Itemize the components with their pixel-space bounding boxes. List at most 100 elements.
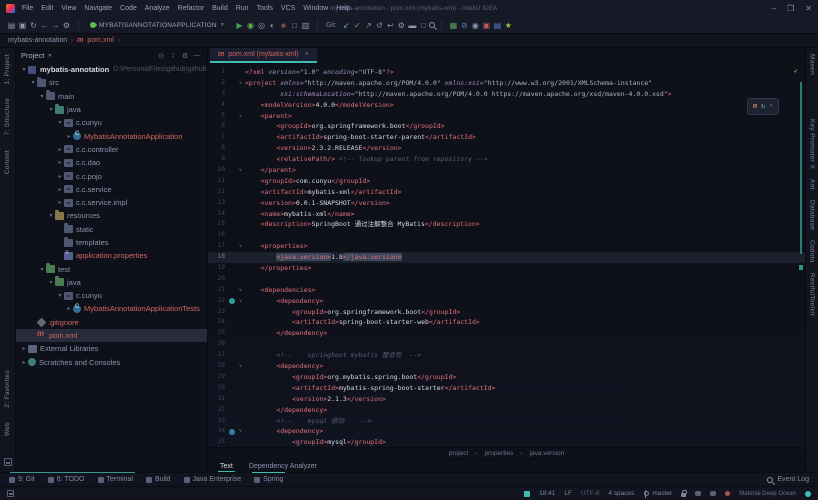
- tree-item-c-cunyu[interactable]: ▾c.cunyu: [16, 289, 207, 302]
- code-line-11[interactable]: 11 <groupId>com.cunyu</groupId>: [208, 176, 805, 187]
- line-number[interactable]: 23: [208, 307, 228, 318]
- line-number[interactable]: 31: [208, 394, 228, 405]
- line-number[interactable]: 27: [208, 350, 228, 361]
- fold-icon[interactable]: ∨: [236, 285, 245, 296]
- codota-search-icon[interactable]: ◉: [470, 19, 481, 31]
- coverage-icon[interactable]: ◎: [256, 19, 267, 31]
- toolwindow-button-2-favorites[interactable]: 2: Favorites: [4, 370, 11, 408]
- code-line-23[interactable]: 23 <groupId>org.springframework.boot</gr…: [208, 307, 805, 318]
- tree-item-pom-xml[interactable]: pom.xml: [16, 329, 207, 342]
- debug-icon[interactable]: ◉: [245, 19, 256, 31]
- minimize-button[interactable]: –: [772, 0, 776, 17]
- toolwindow-button-database[interactable]: Database: [809, 200, 816, 230]
- line-number[interactable]: 2: [208, 78, 228, 89]
- hide-panel-icon[interactable]: —: [192, 52, 202, 60]
- tree-item-c-c-dao[interactable]: ▸c.c.dao: [16, 156, 207, 169]
- crumb-java-version[interactable]: java.version: [530, 450, 565, 457]
- plugin-red-icon[interactable]: ▣: [481, 19, 492, 31]
- code-line-3[interactable]: 3 xsi:schemaLocation="http://maven.apach…: [208, 89, 805, 100]
- gear-icon[interactable]: ⚙: [180, 52, 190, 60]
- toolwindow-button-java-enterprise[interactable]: Java Enterprise: [184, 476, 242, 483]
- line-number[interactable]: 4: [208, 100, 228, 111]
- tree-item-mybatisannotationapplicationtests[interactable]: ▸MybatisAnnotationApplicationTests: [16, 302, 207, 315]
- toolwindow-button-build[interactable]: Build: [146, 476, 171, 483]
- menu-code[interactable]: Code: [120, 5, 137, 12]
- toolwindow-button-ant[interactable]: Ant: [809, 179, 816, 190]
- back-icon[interactable]: ←: [39, 19, 50, 31]
- tree-item-c-c-controller[interactable]: ▸c.c.controller: [16, 143, 207, 156]
- line-number[interactable]: 11: [208, 176, 228, 187]
- pin-icon[interactable]: □: [289, 19, 300, 31]
- fold-icon[interactable]: ∨: [236, 78, 245, 89]
- line-number[interactable]: 26: [208, 339, 228, 350]
- dismiss-icon[interactable]: ✕: [769, 101, 773, 112]
- tree-arrow-icon[interactable]: ▾: [47, 279, 55, 286]
- line-number[interactable]: 32: [208, 405, 228, 416]
- line-number[interactable]: 17: [208, 241, 228, 252]
- tab-text[interactable]: Text: [218, 463, 235, 470]
- indent-style[interactable]: 4 spaces: [608, 490, 634, 497]
- menu-file[interactable]: File: [22, 5, 33, 12]
- db-dependency-icon[interactable]: [229, 429, 235, 435]
- code-line-5[interactable]: 5∨ <parent>: [208, 111, 805, 122]
- code-line-15[interactable]: 15 <description>SpringBoot 通过注解整合 MyBati…: [208, 219, 805, 230]
- line-number[interactable]: 14: [208, 209, 228, 220]
- toolwindow-button-7-structure[interactable]: 7: Structure: [4, 98, 11, 135]
- history-icon[interactable]: ↺: [374, 19, 385, 31]
- line-number[interactable]: 1: [208, 67, 228, 78]
- tree-item-c-c-service[interactable]: ▸c.c.service: [16, 183, 207, 196]
- lock-icon[interactable]: [681, 493, 686, 497]
- code-line-30[interactable]: 30 <artifactId>mybatis-spring-boot-start…: [208, 383, 805, 394]
- folder-icon[interactable]: ▬: [407, 19, 418, 31]
- toolwindow-button-codota[interactable]: Codota: [809, 240, 816, 263]
- crumb-properties[interactable]: properties: [484, 450, 513, 457]
- tree-arrow-icon[interactable]: ▸: [20, 345, 28, 352]
- line-number[interactable]: 3: [208, 89, 228, 100]
- line-number[interactable]: 9: [208, 154, 228, 165]
- screen-icon[interactable]: ▥: [300, 19, 311, 31]
- tree-item-c-c-pojo[interactable]: ▸c.c.pojo: [16, 169, 207, 182]
- inspections-ok-icon[interactable]: ✔: [794, 66, 798, 77]
- code-line-9[interactable]: 9 <relativePath/> <!-- lookup parent fro…: [208, 154, 805, 165]
- tree-item-java[interactable]: ▾java: [16, 103, 207, 116]
- code-line-26[interactable]: 26: [208, 339, 805, 350]
- toolwindow-button-spring[interactable]: Spring: [254, 476, 283, 483]
- menu-tools[interactable]: Tools: [257, 5, 273, 12]
- project-view-select[interactable]: Project: [21, 51, 44, 60]
- code-line-14[interactable]: 14 <name>mybatis-xml</name>: [208, 209, 805, 220]
- menu-refactor[interactable]: Refactor: [178, 5, 204, 12]
- commit-icon[interactable]: ✓: [352, 19, 363, 31]
- toolwindow-button-commit[interactable]: Commit: [4, 150, 11, 174]
- menu-window[interactable]: Window: [303, 5, 328, 12]
- fold-icon[interactable]: ∨: [236, 296, 245, 307]
- line-number[interactable]: 22: [208, 296, 228, 307]
- line-separator[interactable]: LF: [564, 490, 572, 497]
- code-line-29[interactable]: 29 <groupId>org.mybatis.spring.boot</gro…: [208, 372, 805, 383]
- tree-item-main[interactable]: ▾main: [16, 90, 207, 103]
- notification-icon[interactable]: [725, 491, 730, 496]
- code-line-19[interactable]: 19 </properties>: [208, 263, 805, 274]
- tree-arrow-icon[interactable]: ▾: [38, 266, 46, 273]
- toolwindow-button-web[interactable]: Web: [4, 422, 11, 436]
- line-number[interactable]: 6: [208, 121, 228, 132]
- toolwindow-button-1-project[interactable]: 1: Project: [4, 54, 11, 84]
- wrench-icon[interactable]: ⚙: [396, 19, 407, 31]
- tree-item-scratches-and-consoles[interactable]: ▸Scratches and Consoles: [16, 356, 207, 369]
- plugin-star-icon[interactable]: ★: [503, 19, 514, 31]
- tree-arrow-icon[interactable]: ▸: [56, 146, 64, 153]
- reload-icon[interactable]: ↻: [761, 101, 765, 112]
- line-number[interactable]: 7: [208, 132, 228, 143]
- tree-item-templates[interactable]: templates: [16, 236, 207, 249]
- spring-dependency-icon[interactable]: [229, 298, 235, 304]
- line-number[interactable]: 34: [208, 426, 228, 437]
- update-project-icon[interactable]: ↙: [341, 19, 352, 31]
- git-branch-name[interactable]: master: [652, 490, 672, 497]
- line-number[interactable]: 30: [208, 383, 228, 394]
- line-number[interactable]: 25: [208, 328, 228, 339]
- tree-arrow-icon[interactable]: ▾: [56, 119, 64, 126]
- code-line-12[interactable]: 12 <artifactId>mybatis-xml</artifactId>: [208, 187, 805, 198]
- profiler-icon[interactable]: ◐: [267, 19, 278, 31]
- window-icon[interactable]: □: [418, 19, 429, 31]
- tree-arrow-icon[interactable]: ▸: [56, 173, 64, 180]
- maven-reload-widget[interactable]: m ↻ ✕: [747, 98, 779, 115]
